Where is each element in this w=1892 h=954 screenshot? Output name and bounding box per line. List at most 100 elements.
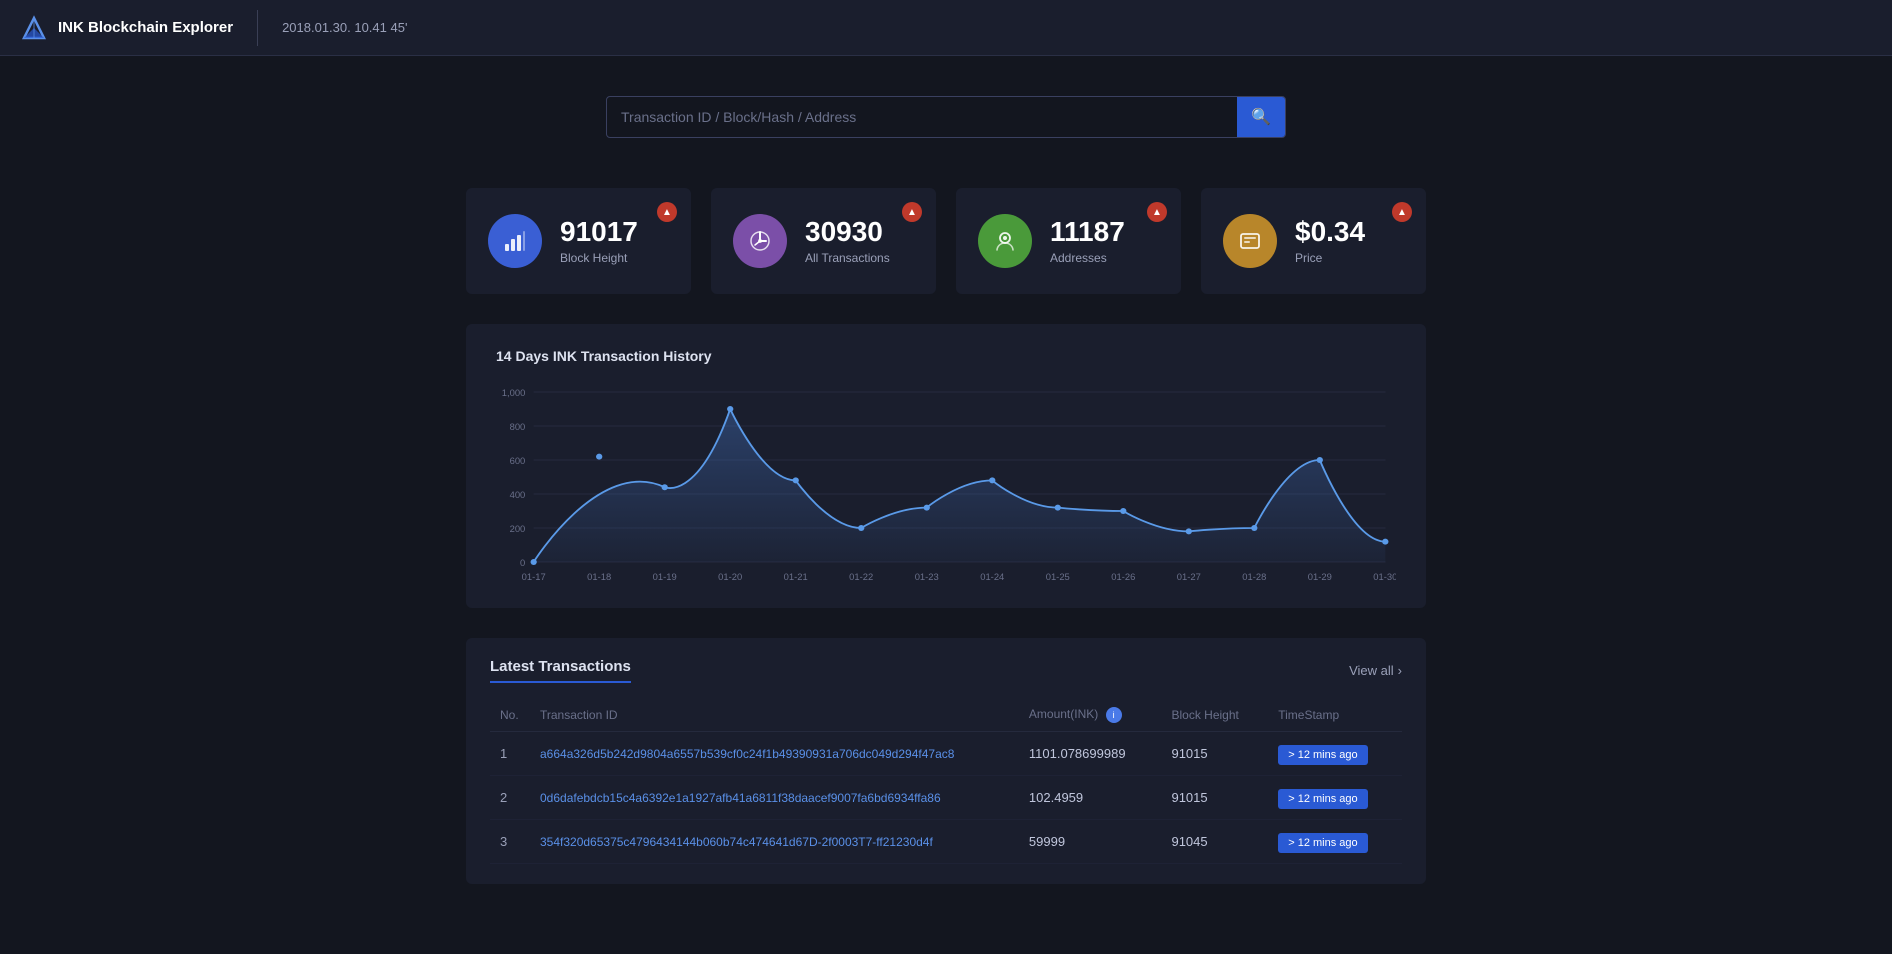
transactions-table: No. Transaction ID Amount(INK) i Block H… xyxy=(490,699,1402,864)
svg-text:01-25: 01-25 xyxy=(1046,572,1070,582)
stat-card-addresses: 11187 Addresses ▲ xyxy=(956,188,1181,294)
addresses-icon xyxy=(978,214,1032,268)
transactions-header: Latest Transactions View all › xyxy=(490,658,1402,683)
svg-text:01-19: 01-19 xyxy=(653,572,677,582)
tx-row-id[interactable]: 0d6dafebdcb15c4a6392e1a1927afb41a6811f38… xyxy=(530,776,1019,820)
col-no: No. xyxy=(490,699,530,732)
block-height-trend: ▲ xyxy=(657,202,677,222)
main-content: 🔍 91017 Block Height ▲ xyxy=(446,56,1446,904)
tx-row-timestamp: > 12 mins ago xyxy=(1268,820,1402,864)
svg-text:01-28: 01-28 xyxy=(1242,572,1266,582)
svg-text:800: 800 xyxy=(510,422,526,432)
svg-text:01-18: 01-18 xyxy=(587,572,611,582)
table-row: 3 354f320d65375c4796434144b060b74c474641… xyxy=(490,820,1402,864)
svg-text:01-30: 01-30 xyxy=(1373,572,1396,582)
block-height-value: 91017 xyxy=(560,217,638,248)
chart-title: 14 Days INK Transaction History xyxy=(496,348,1396,364)
section-title: Latest Transactions xyxy=(490,658,631,683)
svg-text:01-17: 01-17 xyxy=(522,572,546,582)
addresses-trend: ▲ xyxy=(1147,202,1167,222)
tx-row-amount: 102.4959 xyxy=(1019,776,1162,820)
search-wrapper: 🔍 xyxy=(466,96,1426,138)
search-button[interactable]: 🔍 xyxy=(1237,97,1285,137)
trend-up-icon: ▲ xyxy=(1152,207,1162,218)
ink-icon: i xyxy=(1106,707,1122,723)
transactions-trend: ▲ xyxy=(902,202,922,222)
ink-logo-icon xyxy=(20,14,48,42)
svg-text:200: 200 xyxy=(510,524,526,534)
search-box: 🔍 xyxy=(606,96,1286,138)
block-height-info: 91017 Block Height xyxy=(560,217,638,266)
block-height-icon xyxy=(488,214,542,268)
svg-text:01-24: 01-24 xyxy=(980,572,1004,582)
table-row: 2 0d6dafebdcb15c4a6392e1a1927afb41a6811f… xyxy=(490,776,1402,820)
price-icon xyxy=(1223,214,1277,268)
app-name: INK Blockchain Explorer xyxy=(58,19,233,36)
tx-row-id[interactable]: 354f320d65375c4796434144b060b74c474641d6… xyxy=(530,820,1019,864)
chevron-right-icon: › xyxy=(1398,663,1402,678)
stat-card-price: $0.34 Price ▲ xyxy=(1201,188,1426,294)
transactions-label: All Transactions xyxy=(805,251,890,265)
svg-text:01-20: 01-20 xyxy=(718,572,742,582)
app-header: INK Blockchain Explorer 2018.01.30. 10.4… xyxy=(0,0,1892,56)
price-info: $0.34 Price xyxy=(1295,217,1365,266)
addresses-label: Addresses xyxy=(1050,251,1125,265)
tx-row-no: 2 xyxy=(490,776,530,820)
price-label: Price xyxy=(1295,251,1365,265)
logo-area: INK Blockchain Explorer xyxy=(20,14,233,42)
tx-row-block-height: 91045 xyxy=(1161,820,1268,864)
view-all-link[interactable]: View all › xyxy=(1349,663,1402,678)
view-all-label: View all xyxy=(1349,663,1394,678)
tx-row-no: 3 xyxy=(490,820,530,864)
chart-svg: 1,000 800 600 400 200 0 xyxy=(496,384,1396,584)
svg-text:01-27: 01-27 xyxy=(1177,572,1201,582)
stat-card-block-height: 91017 Block Height ▲ xyxy=(466,188,691,294)
transactions-value: 30930 xyxy=(805,217,890,248)
table-row: 1 a664a326d5b242d9804a6557b539cf0c24f1b4… xyxy=(490,732,1402,776)
table-header: No. Transaction ID Amount(INK) i Block H… xyxy=(490,699,1402,732)
svg-text:01-29: 01-29 xyxy=(1308,572,1332,582)
timestamp-badge: > 12 mins ago xyxy=(1278,833,1367,853)
svg-text:600: 600 xyxy=(510,456,526,466)
tx-row-timestamp: > 12 mins ago xyxy=(1268,732,1402,776)
svg-text:01-22: 01-22 xyxy=(849,572,873,582)
stat-card-transactions: 30930 All Transactions ▲ xyxy=(711,188,936,294)
table-body: 1 a664a326d5b242d9804a6557b539cf0c24f1b4… xyxy=(490,732,1402,864)
timestamp-badge: > 12 mins ago xyxy=(1278,789,1367,809)
addresses-info: 11187 Addresses xyxy=(1050,217,1125,266)
tx-row-amount: 1101.078699989 xyxy=(1019,732,1162,776)
col-amount: Amount(INK) i xyxy=(1019,699,1162,732)
col-txid: Transaction ID xyxy=(530,699,1019,732)
tx-row-id[interactable]: a664a326d5b242d9804a6557b539cf0c24f1b493… xyxy=(530,732,1019,776)
transactions-icon xyxy=(733,214,787,268)
timestamp-badge: > 12 mins ago xyxy=(1278,745,1367,765)
tx-row-no: 1 xyxy=(490,732,530,776)
tx-row-timestamp: > 12 mins ago xyxy=(1268,776,1402,820)
svg-text:400: 400 xyxy=(510,490,526,500)
tx-row-block-height: 91015 xyxy=(1161,776,1268,820)
col-timestamp: TimeStamp xyxy=(1268,699,1402,732)
transactions-section: Latest Transactions View all › No. Trans… xyxy=(466,638,1426,884)
tx-row-block-height: 91015 xyxy=(1161,732,1268,776)
price-trend: ▲ xyxy=(1392,202,1412,222)
trend-up-icon: ▲ xyxy=(662,207,672,218)
block-height-label: Block Height xyxy=(560,251,638,265)
chart-section: 14 Days INK Transaction History 1,000 80… xyxy=(466,324,1426,608)
svg-text:0: 0 xyxy=(520,558,525,568)
trend-up-icon: ▲ xyxy=(1397,207,1407,218)
svg-text:01-26: 01-26 xyxy=(1111,572,1135,582)
transactions-info: 30930 All Transactions xyxy=(805,217,890,266)
header-divider xyxy=(257,10,258,46)
trend-up-icon: ▲ xyxy=(907,207,917,218)
stats-row: 91017 Block Height ▲ 30930 All Transacti… xyxy=(466,188,1426,294)
addresses-value: 11187 xyxy=(1050,217,1125,248)
col-block-height: Block Height xyxy=(1161,699,1268,732)
header-timestamp: 2018.01.30. 10.41 45' xyxy=(282,20,407,35)
svg-text:1,000: 1,000 xyxy=(502,388,526,398)
tx-row-amount: 59999 xyxy=(1019,820,1162,864)
price-value: $0.34 xyxy=(1295,217,1365,248)
svg-text:01-21: 01-21 xyxy=(784,572,808,582)
svg-text:01-23: 01-23 xyxy=(915,572,939,582)
search-input[interactable] xyxy=(607,99,1237,135)
chart-container: 1,000 800 600 400 200 0 xyxy=(496,384,1396,584)
